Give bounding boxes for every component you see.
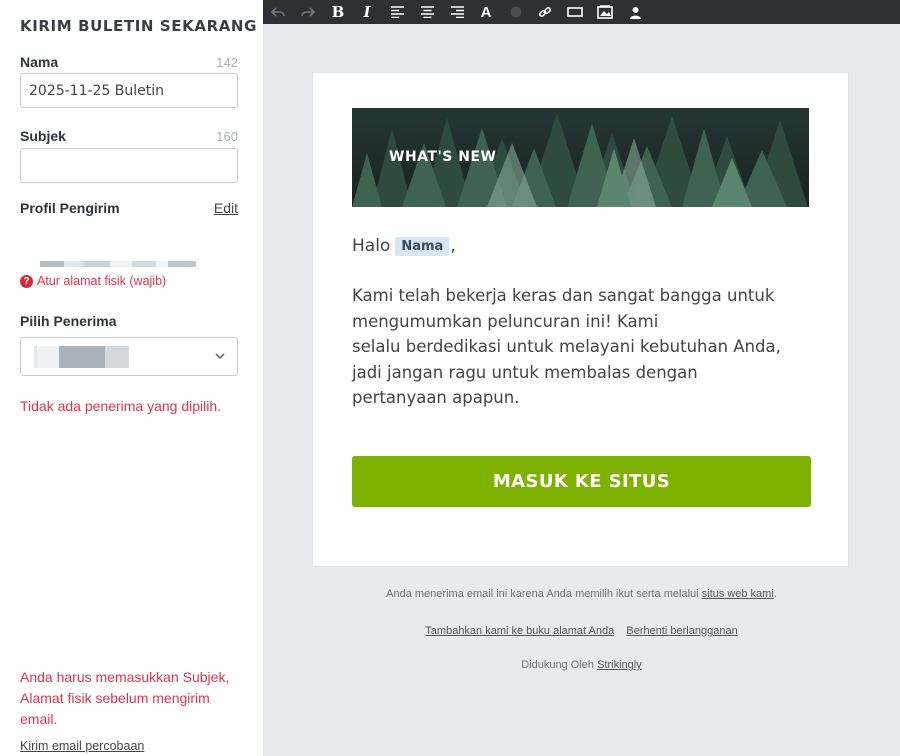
greeting-line[interactable]: Halo Nama , [352,236,456,256]
undo-icon[interactable] [268,2,288,22]
person-icon[interactable] [625,2,645,22]
body-line: pertanyaan apapun. [352,388,520,407]
redo-icon[interactable] [298,2,318,22]
chevron-down-icon [215,353,225,360]
physical-address-warning[interactable]: ? Atur alamat fisik (wajib) [20,274,166,288]
bold-icon[interactable]: B [328,2,348,22]
subject-input[interactable] [20,148,238,183]
body-line: jadi jangan ragu untuk membalas dengan [352,362,698,382]
footer-powered-by: Didukung Oleh Strikingly [263,659,900,671]
website-link[interactable]: situs web kami [702,588,774,600]
align-right-icon[interactable] [447,2,467,22]
italic-icon[interactable]: I [357,2,377,22]
newsletter-send-panel: KIRIM BULETIN SEKARANG Nama 142 Subjek 1… [0,0,263,756]
recipients-select[interactable] [20,337,238,376]
email-editor-canvas: B I A WHAT'S NEW Halo Nama , Kami telah … [263,0,900,756]
no-recipient-error: Tidak ada penerima yang dipilih. [20,398,222,414]
physical-address-warning-text: Atur alamat fisik (wajib) [37,274,167,288]
send-requirements-error: Anda harus memasukkan Subjek, Alamat fis… [20,669,230,727]
footer-links: Tambahkan kami ke buku alamat Anda Berhe… [263,625,900,637]
sender-profile-label: Profil Pengirim [20,200,120,216]
name-char-counter: 142 [216,55,238,70]
footer-reason-text: Anda menerima email ini karena Anda memi… [386,588,699,600]
strikingly-link[interactable]: Strikingly [597,659,642,671]
panel-title: KIRIM BULETIN SEKARANG [20,17,257,35]
button-icon[interactable] [565,2,585,22]
name-merge-tag[interactable]: Nama [395,236,450,256]
email-preview-card: WHAT'S NEW Halo Nama , Kami telah bekerj… [312,72,849,567]
greeting-suffix: , [450,236,456,256]
unsubscribe-link[interactable]: Berhenti berlangganan [626,625,737,637]
font-color-icon[interactable]: A [476,2,496,22]
align-center-icon[interactable] [417,2,437,22]
question-icon: ? [20,274,33,288]
color-dot-icon[interactable] [506,2,526,22]
name-label: Nama [20,54,59,70]
body-line: selalu berdedikasi untuk melayani kebutu… [352,337,781,356]
hero-text: WHAT'S NEW [389,149,497,165]
body-line: Kami telah bekerja keras dan sangat bang… [352,286,775,305]
subject-char-counter: 160 [216,129,238,144]
send-test-email-link[interactable]: Kirim email percobaan [20,739,144,753]
add-to-address-book-link[interactable]: Tambahkan kami ke buku alamat Anda [425,625,614,637]
editor-toolbar: B I A [263,0,900,24]
subject-label: Subjek [20,128,66,144]
sender-profile-value [40,261,196,267]
body-line: mengumumkan peluncuran ini! Kami [352,311,659,331]
greeting-prefix: Halo [352,236,391,256]
edit-sender-link[interactable]: Edit [214,200,238,216]
footer-reason: Anda menerima email ini karena Anda memi… [386,588,777,600]
visit-site-button[interactable]: MASUK KE SITUS [352,456,811,507]
email-body-text[interactable]: Kami telah bekerja keras dan sangat bang… [352,283,802,411]
hero-banner-image[interactable]: WHAT'S NEW [352,108,809,207]
name-input[interactable] [20,73,238,108]
powered-by-text: Didukung Oleh [521,659,595,671]
image-icon[interactable] [595,2,615,22]
recipients-label: Pilih Penerima [20,313,117,329]
link-icon[interactable] [535,2,555,22]
align-left-icon[interactable] [387,2,407,22]
